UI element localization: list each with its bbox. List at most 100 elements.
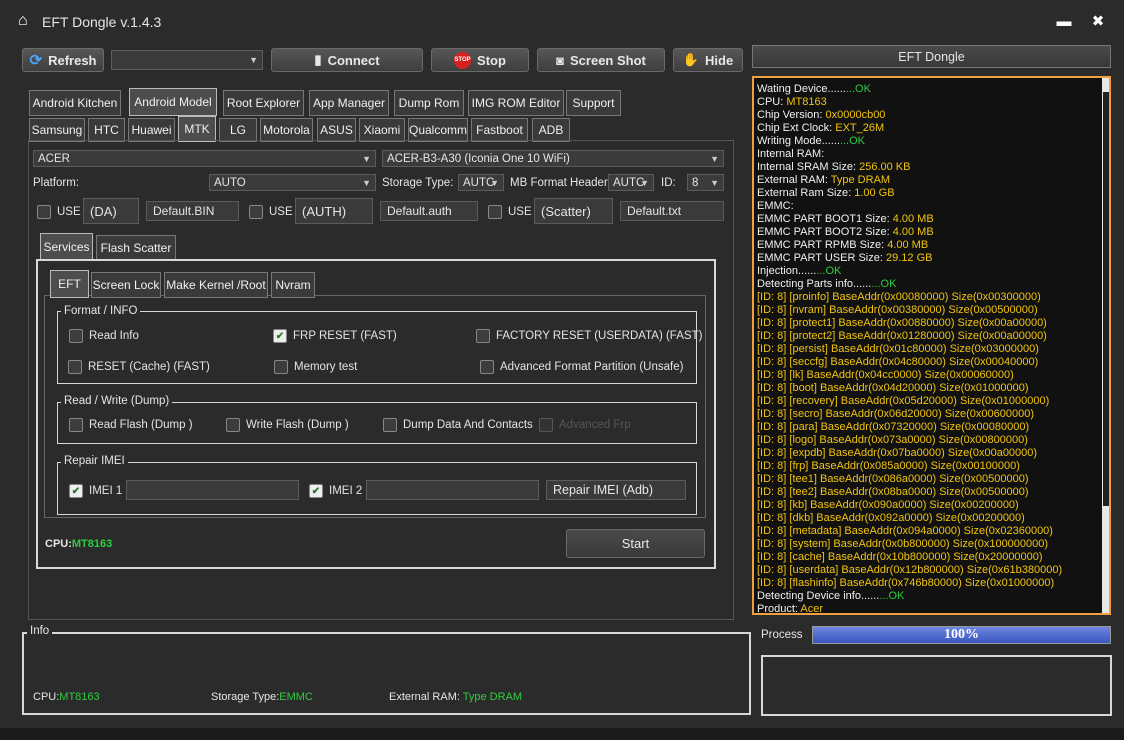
log-segment: Chip Version: bbox=[757, 109, 826, 121]
brand-select[interactable]: ACER ▼ bbox=[33, 150, 376, 167]
brand-tab-huawei[interactable]: Huawei bbox=[128, 118, 175, 142]
log-scrollbar[interactable] bbox=[1102, 78, 1109, 613]
log-segment: [ID: 8] [para] BaseAddr(0x07320000) Size… bbox=[757, 421, 1030, 433]
dump-data-option[interactable]: Dump Data And Contacts bbox=[383, 418, 533, 432]
brand-tab-fastboot[interactable]: Fastboot bbox=[471, 118, 528, 142]
tab-img-rom-editor[interactable]: IMG ROM Editor bbox=[468, 90, 564, 116]
scatter-button[interactable]: (Scatter) bbox=[534, 198, 613, 224]
scatter-file-field[interactable]: Default.txt bbox=[620, 201, 724, 221]
brand-tab-motorola[interactable]: Motorola bbox=[260, 118, 313, 142]
checkbox-checked[interactable]: ✔ bbox=[273, 329, 287, 343]
checkbox-checked[interactable]: ✔ bbox=[69, 484, 83, 498]
refresh-button[interactable]: ⟳ Refresh bbox=[22, 48, 104, 72]
brand-tab-lg[interactable]: LG bbox=[219, 118, 257, 142]
log-segment: Detecting Parts info...... bbox=[757, 278, 872, 290]
log-segment: EMMC PART BOOT1 Size: bbox=[757, 213, 893, 225]
checkbox[interactable] bbox=[37, 205, 51, 219]
log-segment: [ID: 8] [persist] BaseAddr(0x01c80000) S… bbox=[757, 343, 1039, 355]
platform-select[interactable]: AUTO ▼ bbox=[209, 174, 376, 191]
use-da-checkbox[interactable]: USE bbox=[37, 205, 81, 219]
frp-reset-option[interactable]: ✔ FRP RESET (FAST) bbox=[273, 329, 397, 343]
da-file-field[interactable]: Default.BIN bbox=[146, 201, 239, 221]
storage-type-select[interactable]: AUTC ▼ bbox=[458, 174, 504, 191]
brand-tab-mtk[interactable]: MTK bbox=[178, 116, 216, 142]
tab-dump-rom[interactable]: Dump Rom bbox=[394, 90, 464, 116]
imei2-option[interactable]: ✔ IMEI 2 bbox=[309, 484, 362, 498]
repair-imei-button[interactable]: Repair IMEI (Adb) bbox=[546, 480, 686, 500]
imei1-option[interactable]: ✔ IMEI 1 bbox=[69, 484, 122, 498]
tab-nvram[interactable]: Nvram bbox=[271, 272, 315, 298]
write-flash-option[interactable]: Write Flash (Dump ) bbox=[226, 418, 349, 432]
imei2-field[interactable] bbox=[366, 480, 539, 500]
log-line: [ID: 8] [protect1] BaseAddr(0x00880000) … bbox=[757, 317, 1062, 330]
checkbox[interactable] bbox=[226, 418, 240, 432]
advanced-format-option[interactable]: Advanced Format Partition (Unsafe) bbox=[480, 360, 683, 374]
log-segment: [ID: 8] [frp] BaseAddr(0x085a0000) Size(… bbox=[757, 460, 1020, 472]
tab-services[interactable]: Services bbox=[40, 233, 93, 260]
scrollbar-thumb[interactable] bbox=[1103, 92, 1109, 506]
model-select[interactable]: ACER-B3-A30 (Iconia One 10 WiFi) ▼ bbox=[382, 150, 724, 167]
mb-format-select[interactable]: AUTC ▼ bbox=[608, 174, 654, 191]
factory-reset-option[interactable]: FACTORY RESET (USERDATA) (FAST) bbox=[476, 329, 702, 343]
use-auth-checkbox[interactable]: USE bbox=[249, 205, 293, 219]
start-button[interactable]: Start bbox=[566, 529, 705, 558]
tab-root-explorer[interactable]: Root Explorer bbox=[223, 90, 304, 116]
read-flash-option[interactable]: Read Flash (Dump ) bbox=[69, 418, 193, 432]
tab-android-model[interactable]: Android Model bbox=[129, 88, 217, 116]
log-line: [ID: 8] [metadata] BaseAddr(0x094a0000) … bbox=[757, 525, 1062, 538]
brand-tab-qualcomm[interactable]: Qualcomm bbox=[408, 118, 468, 142]
connect-button[interactable]: ▮ Connect bbox=[271, 48, 423, 72]
tab-eft[interactable]: EFT bbox=[50, 270, 89, 298]
checkbox[interactable] bbox=[69, 418, 83, 432]
log-line: Wating Device.........OK bbox=[757, 83, 1062, 96]
checkbox[interactable] bbox=[488, 205, 502, 219]
checkbox[interactable] bbox=[68, 360, 82, 374]
id-select[interactable]: 8 ▼ bbox=[687, 174, 724, 191]
log-line: [ID: 8] [cache] BaseAddr(0x10b800000) Si… bbox=[757, 551, 1062, 564]
log-line: External RAM: Type DRAM bbox=[757, 174, 1062, 187]
memory-test-option[interactable]: Memory test bbox=[274, 360, 357, 374]
log-segment: [ID: 8] [dkb] BaseAddr(0x092a0000) Size(… bbox=[757, 512, 1025, 524]
tab-make-kernel-root[interactable]: Make Kernel /Root bbox=[164, 272, 268, 298]
brand-tab-adb[interactable]: ADB bbox=[532, 118, 570, 142]
reset-cache-option[interactable]: RESET (Cache) (FAST) bbox=[68, 360, 210, 374]
log-line: [ID: 8] [kb] BaseAddr(0x090a0000) Size(0… bbox=[757, 499, 1062, 512]
checkbox[interactable] bbox=[476, 329, 490, 343]
taskbar bbox=[0, 728, 1124, 740]
minimize-button[interactable]: ▬ bbox=[1054, 12, 1074, 32]
auth-file-field[interactable]: Default.auth bbox=[380, 201, 478, 221]
log-segment: Internal RAM: bbox=[757, 148, 825, 160]
stop-button[interactable]: STOP Stop bbox=[431, 48, 529, 72]
checkbox[interactable] bbox=[69, 329, 83, 343]
tab-android-kitchen[interactable]: Android Kitchen bbox=[29, 90, 121, 116]
log-line: [ID: 8] [dkb] BaseAddr(0x092a0000) Size(… bbox=[757, 512, 1062, 525]
checkbox-checked[interactable]: ✔ bbox=[309, 484, 323, 498]
da-button[interactable]: (DA) bbox=[83, 198, 139, 224]
log-line: [ID: 8] [flashinfo] BaseAddr(0x746b80000… bbox=[757, 577, 1062, 590]
checkbox[interactable] bbox=[249, 205, 263, 219]
checkbox[interactable] bbox=[383, 418, 397, 432]
brand-tab-samsung[interactable]: Samsung bbox=[29, 118, 85, 142]
log-segment: [ID: 8] [tee2] BaseAddr(0x08ba0000) Size… bbox=[757, 486, 1029, 498]
brand-tab-xiaomi[interactable]: Xiaomi bbox=[359, 118, 405, 142]
brand-tab-asus[interactable]: ASUS bbox=[317, 118, 356, 142]
read-info-option[interactable]: Read Info bbox=[69, 329, 139, 343]
auth-button[interactable]: (AUTH) bbox=[295, 198, 373, 224]
screenshot-button[interactable]: ◙ Screen Shot bbox=[537, 48, 665, 72]
tab-screen-lock[interactable]: Screen Lock bbox=[91, 272, 161, 298]
tab-app-manager[interactable]: App Manager bbox=[309, 90, 389, 116]
checkbox[interactable] bbox=[480, 360, 494, 374]
tab-flash-scatter[interactable]: Flash Scatter bbox=[96, 235, 176, 260]
use-scatter-checkbox[interactable]: USE bbox=[488, 205, 532, 219]
port-select[interactable]: ▼ bbox=[111, 50, 263, 70]
close-button[interactable]: ✖ bbox=[1088, 12, 1108, 32]
platform-label: Platform: bbox=[33, 177, 80, 189]
log-segment: ...OK bbox=[871, 278, 897, 290]
brand-tab-htc[interactable]: HTC bbox=[88, 118, 125, 142]
checkbox[interactable] bbox=[274, 360, 288, 374]
usb-icon: ▮ bbox=[314, 52, 322, 67]
imei1-field[interactable] bbox=[126, 480, 299, 500]
hide-button[interactable]: ✋ Hide bbox=[673, 48, 743, 72]
tab-support[interactable]: Support bbox=[566, 90, 621, 116]
log-segment: Writing Mode...... bbox=[757, 135, 840, 147]
